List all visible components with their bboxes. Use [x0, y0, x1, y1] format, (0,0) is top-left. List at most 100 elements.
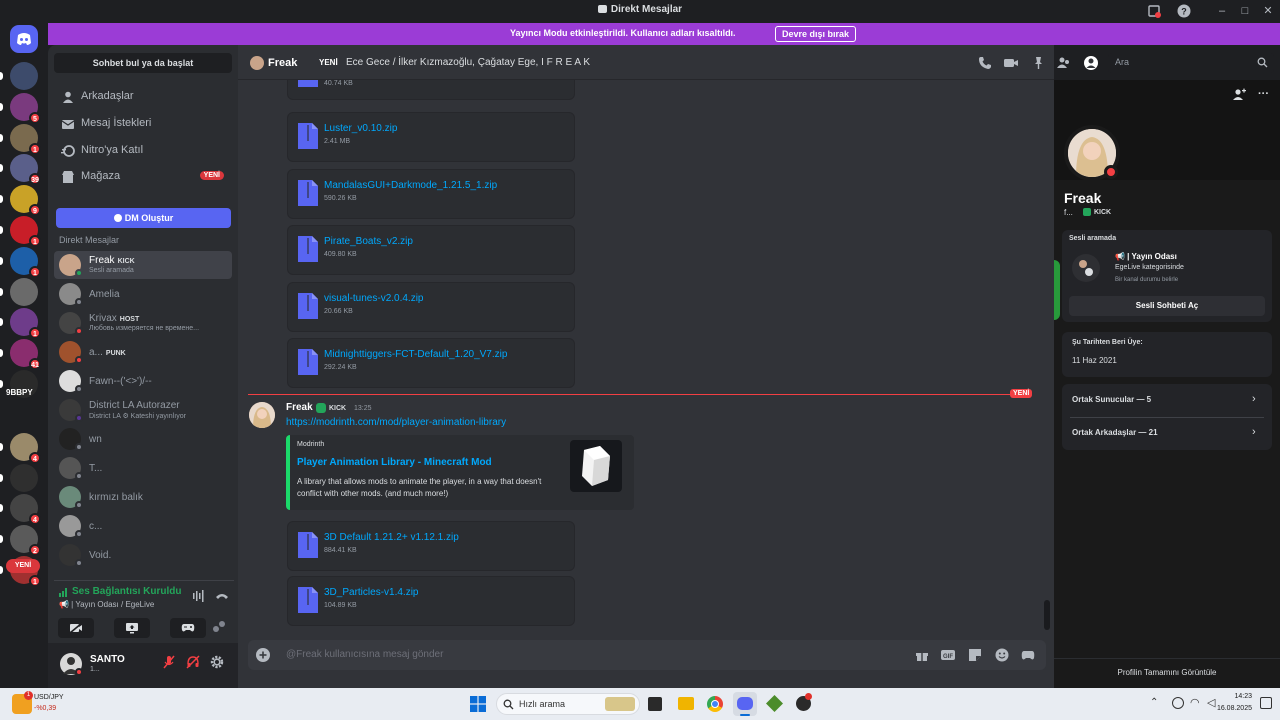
open-voice-chat-button[interactable]: Sesli Sohbeti Aç	[1069, 296, 1265, 316]
embed-title[interactable]: Player Animation Library - Minecraft Mod	[297, 457, 492, 468]
notifications-icon[interactable]	[1260, 697, 1272, 709]
deafen-icon[interactable]	[186, 655, 200, 669]
noise-suppression-icon[interactable]	[192, 590, 206, 602]
dm-item[interactable]: Void.	[54, 541, 232, 569]
pin-icon[interactable]	[1031, 56, 1045, 70]
search-input[interactable]: Ara	[1108, 53, 1274, 73]
disconnect-icon[interactable]	[215, 590, 229, 602]
stock-widget-icon[interactable]: 1	[12, 691, 33, 714]
server-icon[interactable]: 1	[10, 246, 41, 278]
dm-item[interactable]: Freak KICK Sesli aramada	[54, 251, 232, 279]
recipient-name[interactable]: Freak	[268, 57, 297, 69]
voice-call-icon[interactable]	[978, 56, 992, 70]
server-icon[interactable]: 1	[10, 216, 41, 247]
file-name-link[interactable]: Pirate_Boats_v2.zip	[324, 236, 413, 247]
gif-icon[interactable]: GIF	[941, 648, 955, 662]
server-icon[interactable]: 39	[10, 154, 41, 186]
chrome-icon[interactable]	[707, 696, 723, 712]
close-window-icon[interactable]: ✕	[1260, 3, 1276, 19]
file-attachment[interactable]: Luster_v0.10.zip 2.41 MB	[287, 112, 575, 162]
file-explorer-icon[interactable]	[678, 697, 694, 710]
composer-placeholder[interactable]: @Freak kullanıcısına mesaj gönder	[286, 649, 443, 660]
dm-item[interactable]: c...	[54, 512, 232, 540]
create-dm-button[interactable]: DM Oluştur	[56, 208, 231, 228]
nav-shop[interactable]: Mağaza YENİ	[56, 165, 232, 189]
taskbar-search[interactable]: Hızlı arama	[496, 693, 640, 715]
app-icon[interactable]	[796, 693, 812, 711]
dm-item[interactable]: kırmızı balık	[54, 483, 232, 511]
voice-channel-status[interactable]: Bir kanal durumu belirle	[1115, 277, 1178, 283]
user-profile-icon[interactable]	[1083, 55, 1099, 71]
find-conversation-input[interactable]: Sohbet bul ya da başlat	[54, 53, 232, 73]
clock-time[interactable]: 14:23	[1222, 693, 1252, 700]
file-attachment[interactable]: 3D Default 1.21.2+ v1.12.1.zip 884.41 KB	[287, 521, 575, 571]
message-author[interactable]: Freak	[286, 402, 313, 413]
group-title[interactable]: Ece Gece / İlker Kızmazoğlu, Çağatay Ege…	[346, 57, 590, 68]
file-name-link[interactable]: 3D Default 1.21.2+ v1.12.1.zip	[324, 532, 459, 543]
server-icon[interactable]: 5	[10, 92, 41, 124]
server-9bbpy-label[interactable]: 9BBPY	[6, 388, 33, 397]
dm-item[interactable]: Amelia	[54, 280, 232, 308]
message-link[interactable]: https://modrinth.com/mod/player-animatio…	[286, 417, 506, 428]
dm-item[interactable]: District LA Autorazer District LA ⚙ Kates…	[54, 396, 232, 424]
server-icon[interactable]	[10, 277, 38, 306]
view-full-profile-link[interactable]: Profilin Tamamını Görüntüle	[1054, 668, 1280, 677]
dm-item[interactable]: Fawn--('<>')/--	[54, 367, 232, 395]
server-icon[interactable]: 4	[10, 494, 41, 526]
mutual-friends-row[interactable]: Ortak Arkadaşlar — 21 ›	[1062, 417, 1272, 450]
nav-friends[interactable]: Arkadaşlar	[56, 85, 232, 109]
server-icon[interactable]: 2	[10, 525, 41, 557]
file-name-link[interactable]: visual-tunes-v2.0.4.zip	[324, 293, 424, 304]
apps-controller-icon[interactable]	[1021, 648, 1035, 662]
file-name-link[interactable]: Luster_v0.10.zip	[324, 123, 397, 134]
task-view-icon[interactable]	[648, 697, 662, 711]
sticker-icon[interactable]	[968, 648, 982, 662]
add-friend-icon[interactable]	[1232, 88, 1246, 102]
file-attachment[interactable]: visual-tunes-v2.0.4.zip 20.66 KB	[287, 281, 575, 332]
server-icon[interactable]: 1	[10, 308, 41, 340]
camera-off-button[interactable]	[58, 618, 94, 638]
scrollbar-thumb[interactable]	[1044, 600, 1050, 630]
server-icon[interactable]	[10, 463, 38, 492]
dm-item[interactable]: T...	[54, 454, 232, 482]
disable-streamer-mode-button[interactable]: Devre dışı bırak	[775, 26, 857, 42]
file-name-link[interactable]: Midnighttiggers-FCT-Default_1.20_V7.zip	[324, 349, 507, 360]
server-icon[interactable]: 1	[10, 123, 41, 155]
attach-plus-icon[interactable]	[256, 648, 270, 662]
server-icon[interactable]: 9	[10, 185, 41, 217]
wifi-icon[interactable]: ◠	[1190, 696, 1200, 709]
windows-start-icon[interactable]	[470, 696, 486, 712]
dm-item[interactable]: wn	[54, 425, 232, 453]
file-name-link[interactable]: MandalasGUI+Darkmode_1.21.5_1.zip	[324, 180, 497, 191]
file-attachment[interactable]: Pirate_Boats_v2.zip 409.80 KB	[287, 225, 575, 275]
minimize-icon[interactable]: –	[1214, 3, 1230, 19]
add-friends-icon[interactable]	[1057, 56, 1071, 70]
stock-name[interactable]: USD/JPY	[34, 694, 64, 701]
help-icon[interactable]: ?	[1176, 3, 1192, 19]
home-button[interactable]	[10, 25, 38, 53]
file-attachment[interactable]: Midnighttiggers-FCT-Default_1.20_V7.zip 2…	[287, 338, 575, 388]
dm-item[interactable]: a... PUNK	[54, 338, 232, 366]
voice-channel-name[interactable]: 📢 | Yayın Odası	[1115, 252, 1177, 261]
nav-nitro[interactable]: Nitro'ya Katıl	[56, 139, 232, 163]
minecraft-launcher-icon[interactable]	[766, 695, 783, 712]
mute-icon[interactable]	[162, 655, 176, 669]
file-name-link[interactable]: 3D_Particles-v1.4.zip	[324, 587, 418, 598]
settings-gear-icon[interactable]	[210, 655, 224, 669]
tray-chevron-up-icon[interactable]: ⌃	[1150, 697, 1158, 708]
mutual-servers-row[interactable]: Ortak Sunucular — 5 ›	[1062, 384, 1272, 417]
voice-channel[interactable]: 📢 | Yayın Odası / EgeLive	[59, 600, 154, 609]
user-avatar[interactable]	[60, 653, 83, 676]
gift-icon[interactable]	[915, 648, 929, 662]
emoji-icon[interactable]	[995, 648, 1009, 662]
discord-taskbar-icon[interactable]	[733, 692, 757, 716]
soundboard-icon[interactable]	[212, 620, 226, 634]
inbox-icon[interactable]	[1146, 3, 1162, 19]
nav-message-requests[interactable]: Mesaj İstekleri	[56, 112, 232, 136]
activities-button[interactable]	[170, 618, 206, 638]
tray-app-icon[interactable]	[1172, 697, 1184, 709]
clock-date[interactable]: 16.08.2025	[1210, 705, 1252, 712]
file-attachment[interactable]: 40.74 KB	[287, 80, 575, 100]
message-list[interactable]: 40.74 KB Luster_v0.10.zip 2.41 MB Mandalas…	[238, 80, 1054, 640]
dm-item[interactable]: Krivax HOST Любовь измеряется не времене..…	[54, 309, 232, 337]
